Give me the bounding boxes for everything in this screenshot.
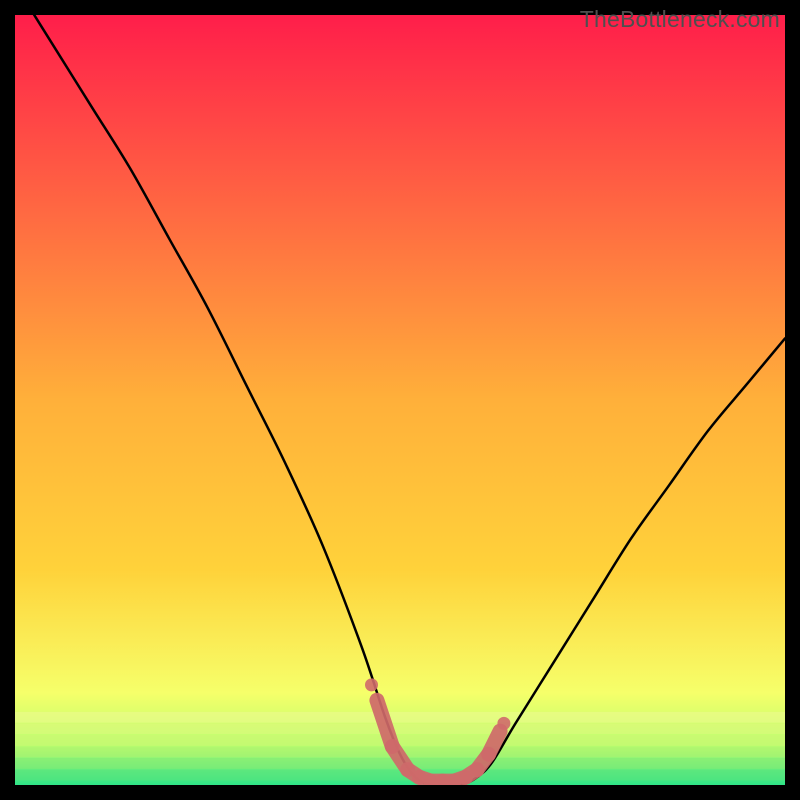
chart-frame: TheBottleneck.com [0,0,800,800]
watermark-text: TheBottleneck.com [580,6,780,33]
plot-area [15,15,785,785]
bottleneck-chart-svg [15,15,785,785]
gradient-background [15,15,785,785]
